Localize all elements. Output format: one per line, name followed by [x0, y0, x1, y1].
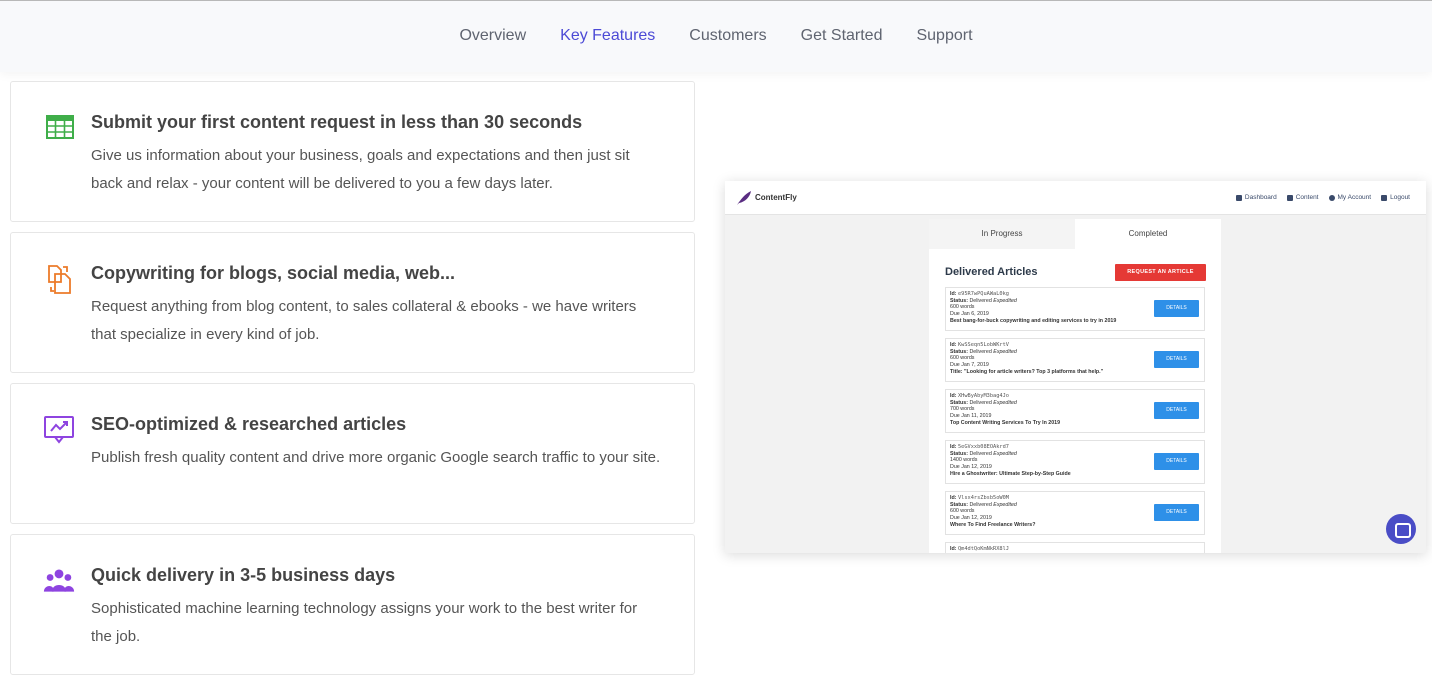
- article-item: Id: Vlsx4rsZbsb5oW0M Status: Delivered E…: [945, 491, 1205, 535]
- feature-title: Quick delivery in 3-5 business days: [91, 565, 396, 585]
- menu-dashboard[interactable]: Dashboard: [1235, 194, 1277, 201]
- details-button[interactable]: DETAILS: [1154, 402, 1199, 419]
- list-icon: [1235, 194, 1242, 201]
- feather-logo-icon: [737, 191, 751, 205]
- grid-table-icon: [46, 115, 74, 139]
- nav-overview[interactable]: Overview: [459, 27, 526, 45]
- feature-description: Publish fresh quality content and drive …: [91, 449, 661, 466]
- article-item: Id: e95R7wPQuAWaL0kg Status: Delivered E…: [945, 287, 1205, 331]
- articles-panel: In Progress Completed Delivered Articles…: [929, 219, 1221, 553]
- app-header: ContentFly Dashboard Content My Account …: [725, 181, 1426, 215]
- article-item: Id: KwSSeqn5LobWKrtV Status: Delivered E…: [945, 338, 1205, 382]
- feature-description: Request anything from blog content, to s…: [91, 298, 637, 343]
- chat-launcher-button[interactable]: [1386, 514, 1416, 544]
- menu-logout[interactable]: Logout: [1381, 194, 1410, 201]
- app-brand: ContentFly: [755, 193, 797, 202]
- nav-customers[interactable]: Customers: [689, 27, 766, 45]
- product-screenshot: ContentFly Dashboard Content My Account …: [725, 181, 1426, 553]
- tab-completed[interactable]: Completed: [1075, 219, 1221, 249]
- app-menu: Dashboard Content My Account Logout: [1235, 194, 1410, 201]
- details-button[interactable]: DETAILS: [1154, 351, 1199, 368]
- nav-get-started[interactable]: Get Started: [801, 27, 883, 45]
- details-button[interactable]: DETAILS: [1154, 504, 1199, 521]
- user-icon: [1328, 194, 1335, 201]
- details-button[interactable]: DETAILS: [1154, 453, 1199, 470]
- feature-card-seo: SEO-optimized & researched articles Publ…: [10, 383, 695, 524]
- feature-description: Sophisticated machine learning technolog…: [91, 600, 638, 645]
- feature-title: SEO-optimized & researched articles: [91, 414, 407, 434]
- chart-presentation-icon: [44, 416, 74, 444]
- details-button[interactable]: DETAILS: [1154, 300, 1199, 317]
- users-group-icon: [43, 569, 75, 592]
- feature-title: Submit your first content request in les…: [91, 112, 583, 132]
- delivered-heading: Delivered Articles: [945, 266, 1038, 278]
- documents-transfer-icon: [48, 265, 71, 294]
- request-article-button[interactable]: REQUEST AN ARTICLE: [1115, 264, 1206, 281]
- menu-my-account[interactable]: My Account: [1328, 194, 1371, 201]
- feature-card-submit: Submit your first content request in les…: [10, 81, 695, 222]
- feature-card-delivery: Quick delivery in 3-5 business days Soph…: [10, 534, 695, 675]
- tab-in-progress[interactable]: In Progress: [929, 219, 1075, 249]
- feature-card-copywriting: Copywriting for blogs, social media, web…: [10, 232, 695, 373]
- top-navigation: Overview Key Features Customers Get Star…: [0, 0, 1432, 72]
- nav-support[interactable]: Support: [916, 27, 972, 45]
- feature-title: Copywriting for blogs, social media, web…: [91, 263, 456, 283]
- article-item: Id: XHwByAbyM3bag4Jo Status: Delivered E…: [945, 389, 1205, 433]
- article-item: Id: 5eGVxxb08EOAkrd7 Status: Delivered E…: [945, 440, 1205, 484]
- menu-content[interactable]: Content: [1286, 194, 1319, 201]
- nav-key-features[interactable]: Key Features: [560, 27, 655, 45]
- article-item-partial: Id: Qm4dtQoKmNkRX8lJ: [945, 542, 1205, 553]
- content-icon: [1286, 194, 1293, 201]
- feature-description: Give us information about your business,…: [91, 147, 630, 192]
- logout-icon: [1381, 194, 1388, 201]
